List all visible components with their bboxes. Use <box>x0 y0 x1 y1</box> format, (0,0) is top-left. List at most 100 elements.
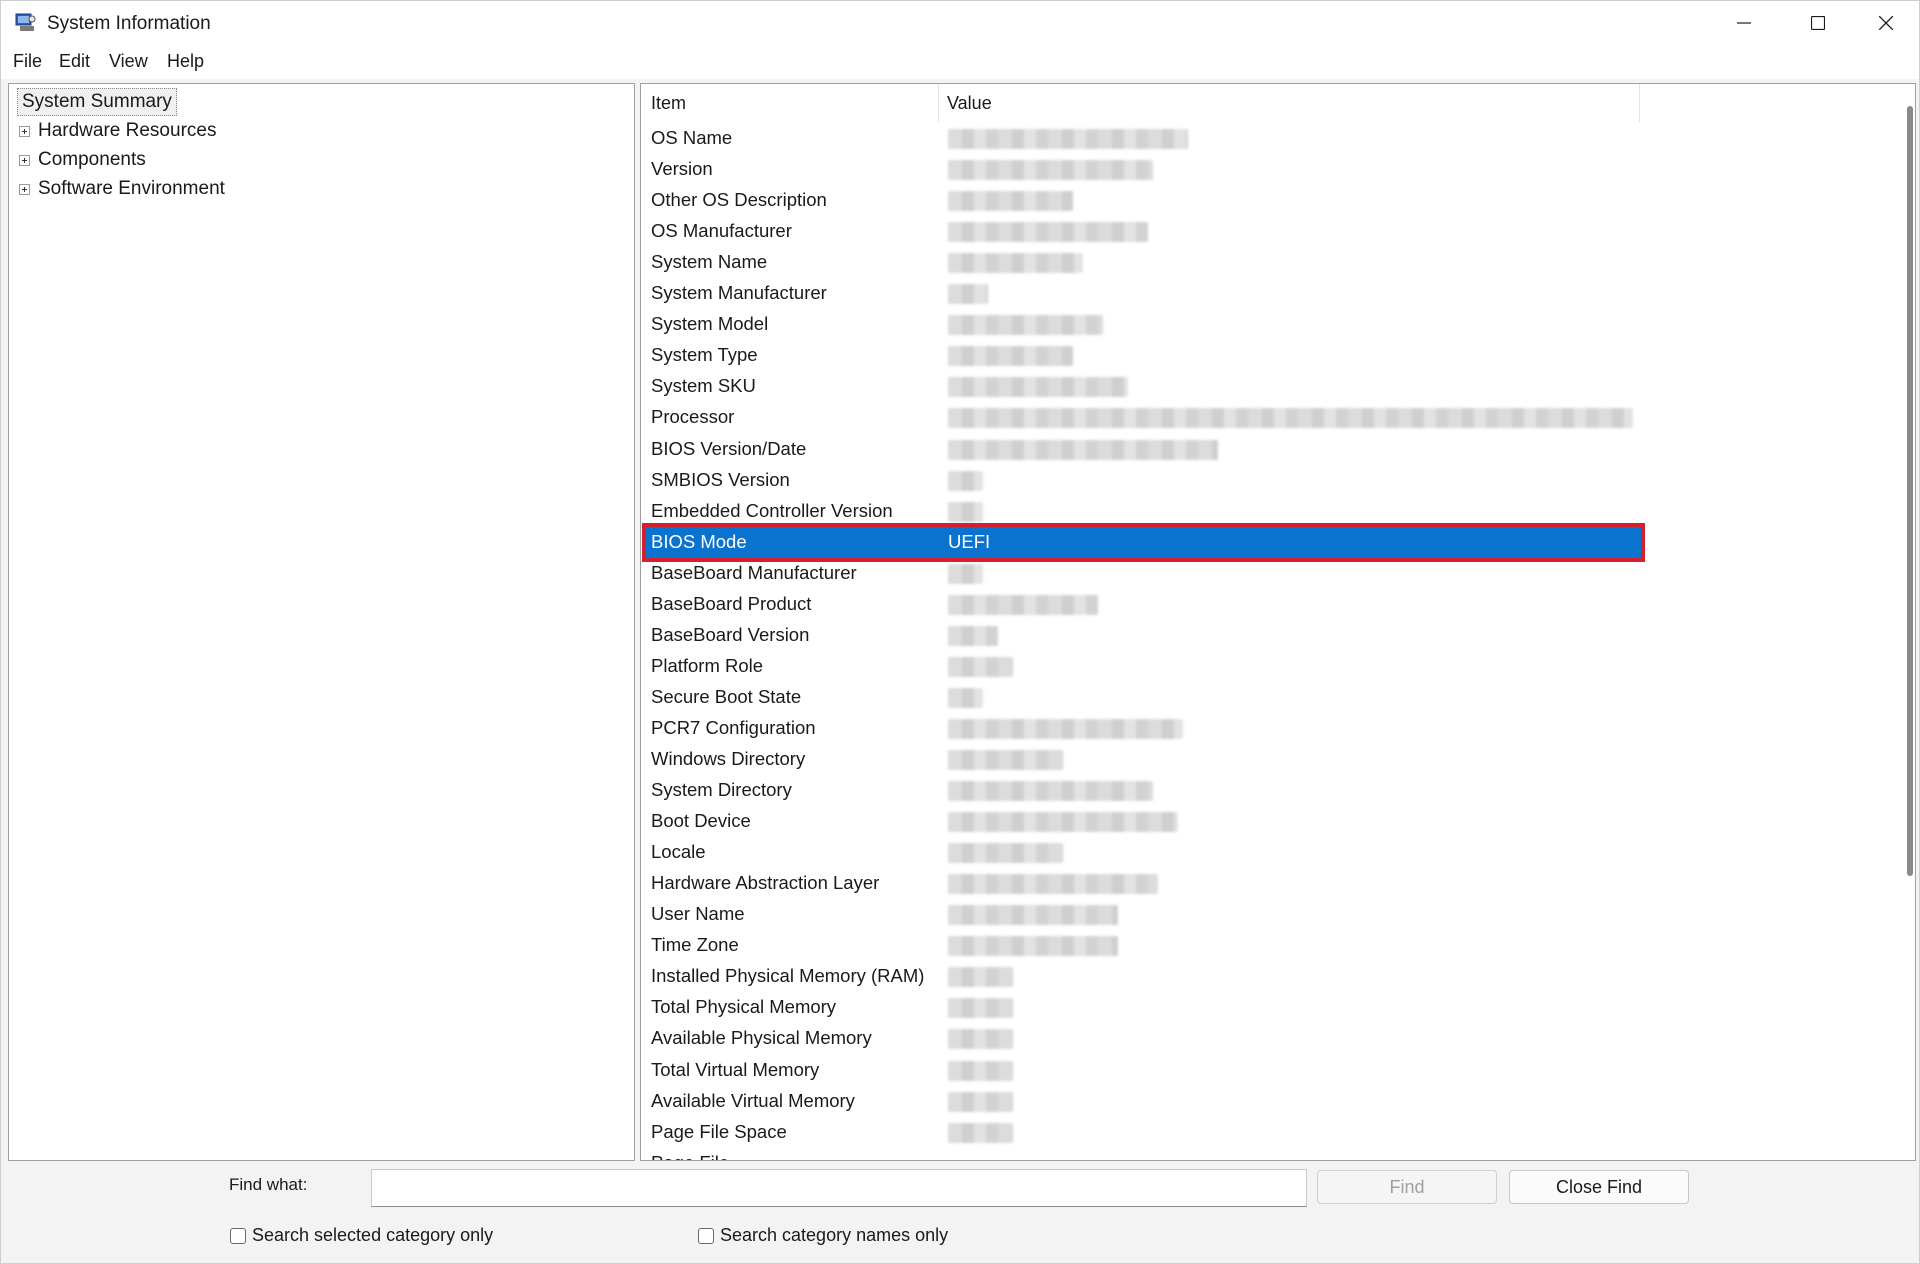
table-row[interactable]: Windows Directory <box>646 744 1641 775</box>
row-item-label: Available Physical Memory <box>651 1027 872 1049</box>
redacted-value <box>948 315 1103 336</box>
tree-item-software-environment[interactable]: Software Environment <box>19 176 225 202</box>
table-row[interactable]: BaseBoard Product <box>646 589 1641 620</box>
redacted-value <box>948 501 983 522</box>
menu-edit[interactable]: Edit <box>59 51 90 72</box>
table-row[interactable]: PCR7 Configuration <box>646 713 1641 744</box>
row-item-label: PCR7 Configuration <box>651 716 816 738</box>
list-header: Item Value <box>641 84 1641 122</box>
minimize-button[interactable] <box>1711 1 1777 45</box>
checkbox-label: Search selected category only <box>252 1225 494 1245</box>
menu-help[interactable]: Help <box>167 51 204 72</box>
row-item-label: BaseBoard Product <box>651 592 812 614</box>
row-item-label: Available Virtual Memory <box>651 1089 855 1111</box>
table-row[interactable]: Locale <box>646 837 1641 868</box>
find-what-input[interactable] <box>371 1169 1307 1207</box>
checkbox-box[interactable] <box>230 1227 246 1244</box>
table-row[interactable]: Version <box>646 154 1641 185</box>
table-row-selected[interactable]: BIOS Mode UEFI <box>642 522 1645 562</box>
expand-icon[interactable] <box>19 125 30 137</box>
close-window-button[interactable] <box>1853 1 1919 45</box>
table-row[interactable]: Available Virtual Memory <box>646 1086 1641 1117</box>
redacted-value <box>948 843 1063 864</box>
redacted-value <box>948 781 1153 802</box>
table-row[interactable]: Total Virtual Memory <box>646 1055 1641 1086</box>
table-row[interactable]: BaseBoard Version <box>646 620 1641 651</box>
column-divider[interactable] <box>938 84 939 122</box>
table-row[interactable]: Processor <box>646 402 1641 433</box>
tree-item-label: Hardware Resources <box>38 120 217 141</box>
expand-icon[interactable] <box>19 154 30 166</box>
table-row[interactable]: Installed Physical Memory (RAM) <box>646 961 1641 992</box>
column-divider[interactable] <box>1639 84 1640 122</box>
redacted-value <box>948 377 1128 398</box>
redacted-value <box>948 750 1063 770</box>
tree-item-components[interactable]: Components <box>19 147 146 173</box>
row-item-label: Windows Directory <box>651 748 806 769</box>
row-item-label: System SKU <box>651 375 756 397</box>
redacted-value <box>948 967 1013 988</box>
search-category-names-checkbox[interactable]: Search category names only <box>698 1225 948 1246</box>
table-row[interactable]: Available Physical Memory <box>646 1023 1641 1054</box>
table-row[interactable]: Boot Device <box>646 806 1641 837</box>
redacted-value <box>948 998 1013 1019</box>
table-row[interactable]: OS Manufacturer <box>646 216 1641 247</box>
table-row[interactable]: BaseBoard Manufacturer <box>646 558 1641 589</box>
redacted-value <box>948 191 1073 212</box>
table-row[interactable]: Page File Space <box>646 1117 1641 1148</box>
vertical-scrollbar[interactable] <box>1907 106 1913 876</box>
column-header-item[interactable]: Item <box>651 93 686 114</box>
table-row[interactable]: BIOS Version/Date <box>646 434 1641 465</box>
search-selected-category-checkbox[interactable]: Search selected category only <box>230 1225 493 1246</box>
redacted-value <box>948 346 1073 367</box>
table-row[interactable]: System Directory <box>646 775 1641 806</box>
table-row[interactable]: Secure Boot State <box>646 682 1641 713</box>
table-row[interactable]: Page File <box>646 1148 1641 1160</box>
row-item-label: Processor <box>651 406 735 428</box>
redacted-value <box>948 874 1158 895</box>
table-row[interactable]: System Name <box>646 247 1641 278</box>
column-header-value[interactable]: Value <box>947 93 992 114</box>
table-row[interactable]: Other OS Description <box>646 185 1641 216</box>
find-button[interactable]: Find <box>1317 1170 1497 1204</box>
redacted-value <box>948 160 1153 181</box>
table-row[interactable]: System Model <box>646 309 1641 340</box>
redacted-value <box>948 905 1118 926</box>
row-item-label: System Manufacturer <box>651 282 827 304</box>
tree-item-label: Components <box>38 149 146 170</box>
minimize-icon <box>1737 22 1751 24</box>
row-item-label: Time Zone <box>651 934 739 956</box>
row-item-label: Embedded Controller Version <box>651 499 893 521</box>
table-row[interactable]: Platform Role <box>646 651 1641 682</box>
details-list: Item Value OS Name Version Other OS Descri… <box>640 83 1916 1161</box>
checkbox-box[interactable] <box>698 1227 714 1244</box>
table-row[interactable]: Embedded Controller Version <box>646 496 1641 527</box>
menu-view[interactable]: View <box>109 51 148 72</box>
close-find-button[interactable]: Close Find <box>1509 1170 1689 1204</box>
table-row[interactable]: Total Physical Memory <box>646 992 1641 1023</box>
row-item-label: Other OS Description <box>651 189 827 211</box>
row-item-label: System Model <box>651 313 769 335</box>
tree-item-system-summary[interactable]: System Summary <box>17 88 177 116</box>
table-row[interactable]: System SKU <box>646 371 1641 402</box>
redacted-value <box>948 284 988 305</box>
redacted-value <box>948 1060 1013 1081</box>
row-item-label: Boot Device <box>651 810 751 832</box>
menu-file[interactable]: File <box>13 51 42 72</box>
table-row[interactable]: SMBIOS Version <box>646 465 1641 496</box>
table-row[interactable]: System Type <box>646 340 1641 371</box>
window-title: System Information <box>47 13 211 34</box>
tree-item-label: Software Environment <box>38 178 225 199</box>
row-item-label: System Directory <box>651 779 792 801</box>
system-information-app-icon <box>15 13 37 33</box>
table-row[interactable]: OS Name <box>646 123 1641 154</box>
tree-item-hardware-resources[interactable]: Hardware Resources <box>19 118 216 144</box>
redacted-value <box>948 812 1178 833</box>
table-row[interactable]: User Name <box>646 899 1641 930</box>
table-row[interactable]: Hardware Abstraction Layer <box>646 868 1641 899</box>
maximize-button[interactable] <box>1785 1 1851 45</box>
table-row[interactable]: System Manufacturer <box>646 278 1641 309</box>
expand-icon[interactable] <box>19 183 30 195</box>
table-row[interactable]: Time Zone <box>646 930 1641 961</box>
title-bar: System Information <box>1 1 1919 45</box>
